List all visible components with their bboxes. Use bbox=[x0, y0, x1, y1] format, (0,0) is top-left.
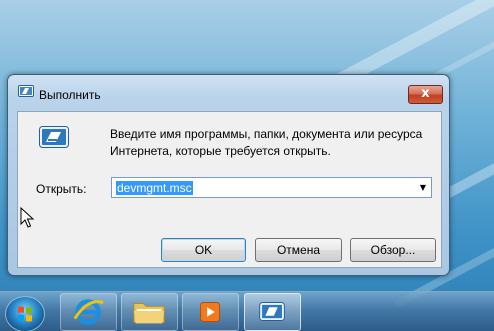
start-orb[interactable] bbox=[5, 296, 45, 331]
close-button[interactable]: x bbox=[408, 85, 443, 104]
open-label: Открыть: bbox=[36, 182, 87, 196]
dialog-body: Введите имя программы, папки, документа … bbox=[17, 111, 442, 268]
folder-icon bbox=[133, 303, 165, 324]
description-line: Введите имя программы, папки, документа … bbox=[110, 127, 423, 141]
description-line: Интернета, которые требуется открыть. bbox=[110, 144, 331, 158]
close-icon: x bbox=[421, 86, 430, 101]
dialog-title: Выполнить bbox=[39, 88, 101, 102]
browse-button[interactable]: Обзор... bbox=[350, 238, 436, 262]
ok-button[interactable]: OK bbox=[161, 238, 246, 262]
media-player-icon bbox=[200, 302, 220, 322]
open-combobox[interactable]: devmgmt.msc ▼ bbox=[111, 177, 432, 198]
windows-logo-icon bbox=[18, 306, 32, 322]
taskbar-item-media-player[interactable] bbox=[182, 293, 239, 331]
run-dialog: Выполнить x Введите имя программы, папки… bbox=[7, 74, 450, 276]
dialog-description: Введите имя программы, папки, документа … bbox=[110, 126, 430, 160]
run-dialog-icon bbox=[259, 302, 285, 321]
taskbar-item-internet-explorer[interactable] bbox=[60, 293, 117, 331]
taskbar-item-windows-explorer[interactable] bbox=[121, 293, 178, 331]
internet-explorer-icon bbox=[73, 299, 104, 325]
mouse-cursor-icon bbox=[20, 207, 35, 228]
taskbar-item-run-dialog[interactable] bbox=[244, 293, 301, 331]
run-program-icon bbox=[39, 126, 69, 148]
dropdown-arrow-icon[interactable]: ▼ bbox=[420, 182, 426, 194]
title-bar[interactable]: Выполнить x bbox=[8, 75, 449, 107]
open-input[interactable]: devmgmt.msc bbox=[116, 181, 193, 195]
cancel-button[interactable]: Отмена bbox=[255, 238, 342, 262]
run-icon bbox=[18, 85, 34, 97]
